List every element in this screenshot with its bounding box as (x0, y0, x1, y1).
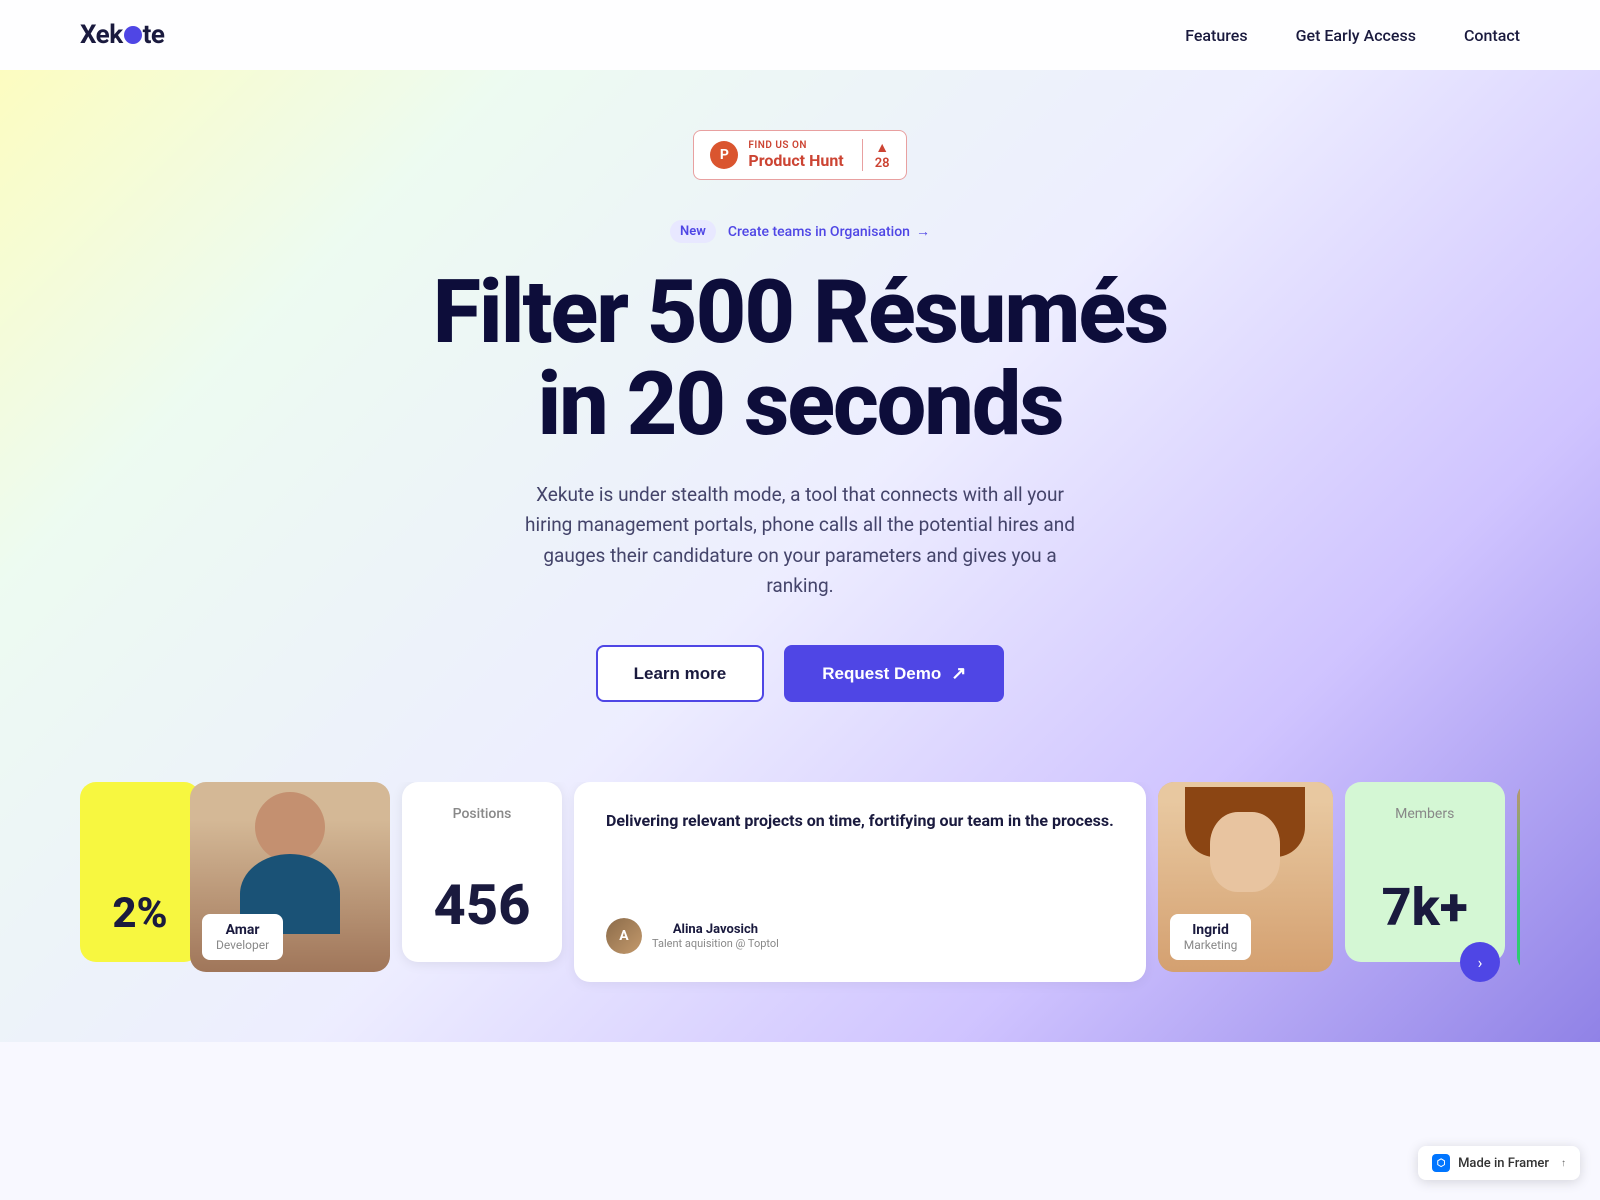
learn-more-button[interactable]: Learn more (596, 645, 765, 702)
nav-features[interactable]: Features (1185, 26, 1247, 45)
quote-author-name: Alina Javosich (652, 922, 779, 937)
scroll-right-button[interactable]: › (1460, 942, 1500, 982)
request-demo-button[interactable]: Request Demo ↗ (784, 645, 1004, 702)
amar-role: Developer (216, 938, 269, 952)
amar-name: Amar (216, 922, 269, 938)
quote-author: A Alina Javosich Talent aquisition @ Top… (606, 918, 1114, 954)
announce-bar: New Create teams in Organisation → (80, 220, 1520, 243)
positions-label: Positions (426, 806, 538, 822)
quote-text: Delivering relevant projects on time, fo… (606, 810, 1114, 832)
hero-heading-line2: in 20 seconds (537, 353, 1062, 456)
navbar: Xekte Features Get Early Access Contact (0, 0, 1600, 70)
hero-subtext: Xekute is under stealth mode, a tool tha… (520, 480, 1080, 602)
announce-link[interactable]: Create teams in Organisation → (728, 223, 930, 240)
nav-contact[interactable]: Contact (1464, 26, 1520, 45)
framer-up-arrow: ↑ (1561, 1158, 1566, 1169)
ph-find-label: FIND US ON (748, 140, 843, 151)
ingrid-label: Ingrid Marketing (1170, 914, 1252, 960)
quote-avatar: A (606, 918, 642, 954)
members-label: Members (1369, 806, 1481, 822)
ph-number: 28 (875, 156, 890, 171)
announce-arrow: → (916, 223, 930, 240)
ingrid-role: Marketing (1184, 938, 1238, 952)
oliver-photo (1517, 782, 1520, 972)
card-ingrid: Ingrid Marketing (1158, 782, 1333, 972)
hero-buttons: Learn more Request Demo ↗ (80, 645, 1520, 702)
ingrid-name: Ingrid (1184, 922, 1238, 938)
hero-heading-line1: Filter 500 Résumés (433, 261, 1168, 364)
nav-links: Features Get Early Access Contact (1185, 26, 1520, 45)
ph-name: Product Hunt (748, 151, 843, 170)
ph-arrow: ▲ (875, 139, 889, 156)
card-percentage: 2% (80, 782, 200, 962)
logo-dot (124, 26, 142, 44)
framer-label: Made in Framer (1458, 1156, 1549, 1171)
amar-label: Amar Developer (202, 914, 283, 960)
quote-author-info: Alina Javosich Talent aquisition @ Topto… (652, 922, 779, 950)
card-positions: Positions 456 (402, 782, 562, 962)
hero-heading: Filter 500 Résumés in 20 seconds (80, 267, 1520, 452)
card-amar: Amar Developer (190, 782, 390, 972)
card-quote: Delivering relevant projects on time, fo… (574, 782, 1146, 982)
card-oliver: Oliver Designer (1517, 782, 1520, 972)
quote-avatar-initials: A (606, 918, 642, 954)
hero-section: P FIND US ON Product Hunt ▲ 28 New Creat… (0, 70, 1600, 1042)
ingrid-face (1210, 812, 1280, 892)
demo-arrow-icon: ↗ (951, 663, 966, 684)
framer-badge[interactable]: ⬡ Made in Framer ↑ (1418, 1146, 1580, 1180)
percentage-value: 2% (104, 889, 176, 938)
quote-author-role: Talent aquisition @ Toptol (652, 937, 779, 950)
positions-value: 456 (426, 872, 538, 938)
announce-new-badge: New (670, 220, 716, 243)
ph-icon: P (710, 141, 738, 169)
nav-early-access[interactable]: Get Early Access (1296, 26, 1416, 45)
logo: Xekte (80, 20, 164, 50)
ph-text: FIND US ON Product Hunt (748, 140, 843, 170)
product-hunt-badge[interactable]: P FIND US ON Product Hunt ▲ 28 (693, 130, 906, 180)
ph-score: ▲ 28 (862, 139, 890, 171)
request-demo-label: Request Demo (822, 664, 941, 684)
card-members: Members 7k+ (1345, 782, 1505, 962)
cards-strip: 2% Amar Developer Positions 456 Deliveri… (80, 782, 1520, 1002)
announce-link-text: Create teams in Organisation (728, 224, 910, 240)
members-value: 7k+ (1369, 877, 1481, 938)
framer-icon: ⬡ (1432, 1154, 1450, 1172)
